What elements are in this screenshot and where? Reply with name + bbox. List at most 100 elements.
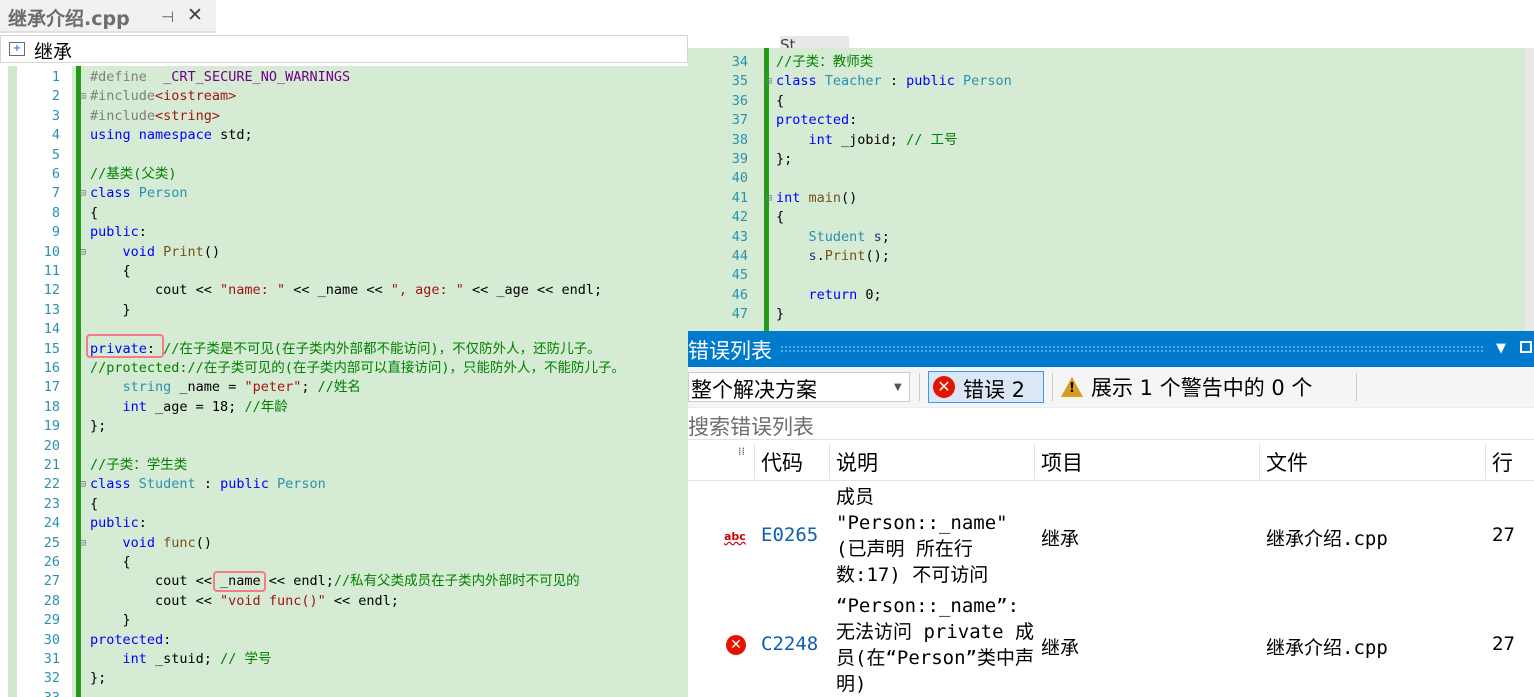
code-line[interactable]: };	[90, 669, 106, 688]
code-line[interactable]: {	[90, 495, 98, 514]
code-editor-right[interactable]: 34 35 36 37 38 39 40 41 42 43 44 45 46 47 //子类：教师类 cla…	[688, 48, 1534, 331]
errors-filter-button[interactable]: ✕ 错误 2	[928, 371, 1044, 403]
line-number: 37	[731, 112, 748, 129]
code-line[interactable]: {	[90, 204, 98, 223]
error-description: 成员 "Person::_name" (已声明 所在行数:17) 不可访问	[836, 486, 1008, 586]
code-line[interactable]: };	[90, 417, 106, 436]
code-line[interactable]: class Teacher : public Person	[776, 72, 1012, 91]
chevron-down-icon[interactable]: ▼	[894, 382, 902, 393]
pin-icon[interactable]: ⊣	[161, 8, 174, 26]
code-line[interactable]: {	[90, 553, 131, 572]
column-divider[interactable]	[1259, 443, 1260, 479]
code-line[interactable]: protected:	[90, 631, 171, 650]
error-row[interactable]: ✕ C2248 “Person::_name”: 无法访问 private 成员…	[688, 590, 1534, 697]
change-tracking-bar	[76, 66, 81, 697]
code-line[interactable]: using namespace std;	[90, 126, 253, 145]
error-search-input[interactable]: 搜索错误列表	[688, 408, 1534, 440]
line-number: 19	[43, 418, 60, 435]
error-icon: ✕	[933, 376, 955, 398]
code-line[interactable]: Student s;	[776, 228, 890, 247]
code-line[interactable]: }	[776, 305, 784, 324]
code-line[interactable]: //子类：教师类	[776, 53, 873, 72]
code-line[interactable]: int main()	[776, 189, 857, 208]
column-divider[interactable]	[754, 443, 755, 479]
code-line[interactable]: class Student : public Person	[90, 475, 326, 494]
file-tab[interactable]: 继承介绍.cpp ⊣ ✕	[0, 0, 216, 33]
code-line[interactable]: #define _CRT_SECURE_NO_WARNINGS	[90, 68, 350, 87]
column-divider[interactable]	[829, 443, 830, 479]
error-code-link[interactable]: E0265	[761, 524, 818, 546]
code-line[interactable]: protected:	[776, 111, 857, 130]
window-position-dropdown-icon[interactable]: ▼	[1496, 341, 1506, 356]
column-divider[interactable]	[1034, 443, 1035, 479]
error-code-link[interactable]: C2248	[761, 633, 818, 655]
line-number: 45	[731, 267, 748, 284]
code-line[interactable]: cout << "name: " << _name << ", age: " <…	[90, 281, 602, 300]
column-header-project[interactable]: 项目	[1041, 447, 1083, 477]
code-line[interactable]: return 0;	[776, 286, 882, 305]
column-divider[interactable]	[1485, 443, 1486, 479]
fold-toggle-icon[interactable]: ⊟	[80, 538, 86, 549]
line-number: 23	[43, 495, 60, 512]
error-line: 27	[1492, 524, 1515, 546]
fold-toggle-icon[interactable]: ⊟	[80, 247, 86, 258]
line-number: 21	[43, 457, 60, 473]
fold-toggle-icon[interactable]: ⊟	[80, 91, 86, 102]
fold-toggle-icon[interactable]: ⊟	[80, 479, 86, 490]
code-line[interactable]: int _stuid; // 学号	[90, 650, 272, 669]
fold-toggle-icon[interactable]: ⊟	[80, 188, 86, 199]
line-number: 24	[43, 515, 60, 532]
error-row[interactable]: abc E0265 成员 "Person::_name" (已声明 所在行数:1…	[688, 482, 1534, 590]
code-line[interactable]: void func()	[90, 534, 212, 553]
line-number: 29	[43, 612, 60, 629]
code-line[interactable]: s.Print();	[776, 247, 890, 266]
line-number: 18	[43, 398, 60, 415]
code-line[interactable]: }	[90, 301, 131, 320]
fold-toggle-icon[interactable]: ⊟	[766, 76, 772, 87]
scope-navigation-bar[interactable]: + 继承	[0, 35, 688, 63]
code-line[interactable]: int _jobid; // 工号	[776, 131, 958, 150]
code-line[interactable]: cout << _name << endl;//私有父类成员在子类内外部时不可见…	[90, 572, 580, 591]
line-number: 27	[43, 573, 60, 590]
code-line[interactable]: #include<iostream>	[90, 87, 236, 106]
code-line[interactable]: class Person	[90, 184, 188, 203]
code-line[interactable]: //protected://在子类可见的(在子类内部可以直接访问)，只能防外人，…	[90, 359, 625, 378]
code-line[interactable]: //基类(父类)	[90, 165, 177, 184]
column-header-desc[interactable]: 说明	[836, 447, 878, 477]
fold-toggle-icon[interactable]: ⊟	[766, 193, 772, 204]
line-number: 36	[731, 92, 748, 109]
code-line[interactable]: }	[90, 611, 131, 630]
code-line[interactable]: string _name = "peter"; //姓名	[90, 378, 361, 397]
scope-select[interactable]: 整个解决方案 ▼	[688, 372, 910, 402]
code-line[interactable]: int _age = 18; //年龄	[90, 398, 288, 417]
column-filter-icon[interactable]: ⁞⁞	[738, 445, 745, 458]
line-number: 34	[731, 54, 748, 70]
column-header-line[interactable]: 行	[1492, 447, 1513, 477]
code-line[interactable]: #include<string>	[90, 107, 220, 126]
maximize-icon[interactable]	[1520, 341, 1532, 353]
line-number: 5	[51, 146, 60, 163]
close-icon[interactable]: ✕	[187, 4, 203, 26]
code-line[interactable]: void Print()	[90, 243, 221, 262]
code-editor-left[interactable]: 1 2 3 4 5 6 7 8 9 10 11 12 13 14 15 16 17 18 19 20 21 22 23 24 2…	[0, 66, 688, 697]
line-number: 39	[731, 151, 748, 167]
error-list-titlebar[interactable]: 错误列表 ▼	[688, 331, 1534, 367]
line-number: 13	[43, 301, 60, 318]
code-line[interactable]: public:	[90, 514, 147, 533]
code-line[interactable]: {	[776, 208, 784, 227]
code-line[interactable]: public:	[90, 223, 147, 242]
file-tab-title[interactable]: 继承介绍.cpp	[8, 4, 130, 31]
line-number: 40	[731, 170, 748, 187]
column-header-code[interactable]: 代码	[761, 447, 803, 477]
code-line[interactable]: //子类：学生类	[90, 456, 187, 475]
vertical-scrollbar[interactable]	[1525, 48, 1534, 331]
column-header-file[interactable]: 文件	[1266, 447, 1308, 477]
code-line[interactable]: {	[776, 92, 784, 111]
warnings-filter-label[interactable]: 展示 1 个警告中的 0 个	[1091, 372, 1312, 402]
code-line[interactable]: {	[90, 262, 131, 281]
change-tracking-bar-right	[764, 48, 769, 331]
code-line[interactable]: };	[776, 150, 792, 169]
code-line[interactable]: cout << "void func()" << endl;	[90, 592, 399, 611]
line-number: 28	[43, 592, 60, 609]
code-line[interactable]: private: //在子类是不可见(在子类内外部都不能访问)，不仅防外人，还防…	[90, 340, 601, 359]
